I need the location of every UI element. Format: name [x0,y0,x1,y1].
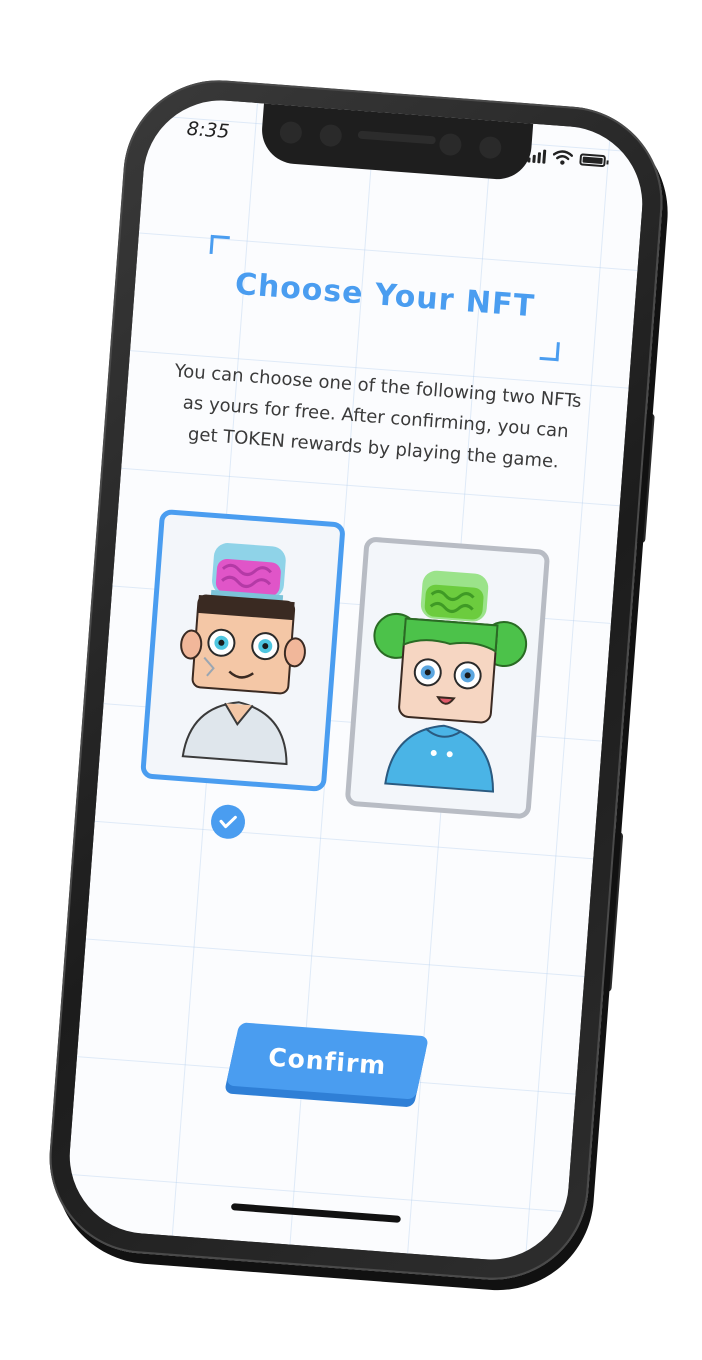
confirm-button-label: Confirm [267,1042,388,1080]
phone-mockup: 8:35 Choose Your NFT You can choose one … [42,73,670,1287]
girl-avatar-icon [373,570,528,793]
nft-card-2[interactable] [344,536,551,820]
nft-card-1[interactable] [140,508,346,793]
corner-bracket-icon [539,340,560,362]
corner-bracket-icon [209,234,230,256]
signal-icon [527,148,547,164]
page-description: You can choose one of the following two … [173,360,583,473]
boy-avatar-icon [180,543,306,766]
status-time: 8:35 [186,117,231,143]
status-icons [527,147,607,168]
page-title: Choose Your NFT [233,266,537,325]
app-screen: 8:35 Choose Your NFT You can choose one … [64,94,648,1266]
home-indicator[interactable] [230,1203,401,1223]
title-frame: Choose Your NFT [182,233,588,363]
wifi-icon [552,150,574,165]
nft-options [136,508,577,841]
confirm-button[interactable]: Confirm [225,1022,429,1100]
selected-check-icon [209,803,247,841]
battery-icon [579,152,607,167]
